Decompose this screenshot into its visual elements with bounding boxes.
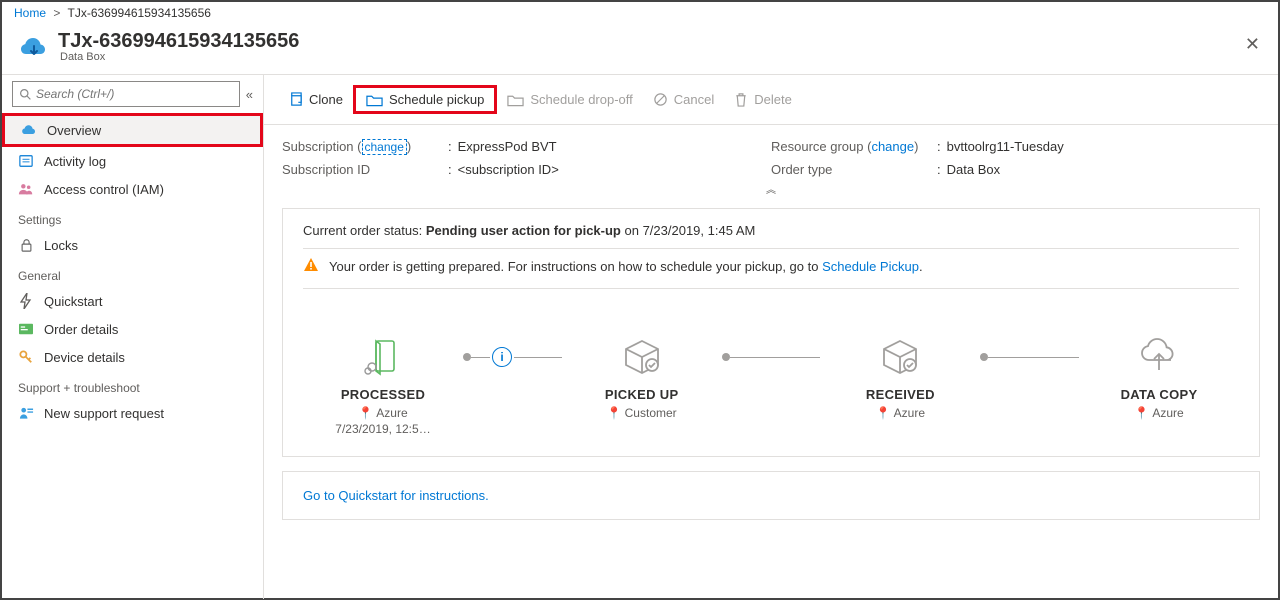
cloud-icon — [21, 122, 37, 138]
schedule-pickup-button[interactable]: Schedule pickup — [353, 85, 497, 114]
collapse-sidebar-icon[interactable]: « — [246, 87, 253, 102]
pin-icon: 📍 — [358, 406, 373, 420]
button-label: Delete — [754, 92, 792, 107]
search-input[interactable] — [12, 81, 240, 107]
sidebar-item-overview[interactable]: Overview — [2, 113, 263, 147]
clone-icon — [288, 92, 303, 107]
sidebar-item-label: Access control (IAM) — [44, 182, 164, 197]
close-icon[interactable]: ✕ — [1241, 30, 1264, 59]
sidebar-item-label: Quickstart — [44, 294, 103, 309]
sidebar-item-label: New support request — [44, 406, 164, 421]
info-icon[interactable]: i — [492, 347, 512, 367]
step-label-processed: PROCESSED 📍Azure 7/23/2019, 12:5… — [303, 387, 463, 436]
activity-log-icon — [18, 153, 34, 169]
breadcrumb-home[interactable]: Home — [14, 6, 46, 20]
command-bar: Clone Schedule pickup Schedule drop-off … — [264, 75, 1278, 125]
alert-text: Your order is getting prepared. For inst… — [329, 259, 822, 274]
resource-group-value[interactable]: bvttoolrg11-Tuesday — [947, 139, 1064, 154]
databox-cloud-icon — [16, 30, 52, 66]
schedule-dropoff-button[interactable]: Schedule drop-off — [497, 88, 642, 111]
sidebar-item-label: Device details — [44, 350, 125, 365]
sidebar-item-label: Overview — [47, 123, 101, 138]
button-label: Schedule drop-off — [530, 92, 632, 107]
clone-button[interactable]: Clone — [278, 88, 353, 111]
sidebar-item-quickstart[interactable]: Quickstart — [2, 287, 263, 315]
cancel-button[interactable]: Cancel — [643, 88, 724, 111]
sidebar-item-device-details[interactable]: Device details — [2, 343, 263, 371]
sidebar-item-label: Activity log — [44, 154, 106, 169]
sidebar-item-locks[interactable]: Locks — [2, 231, 263, 259]
pin-icon: 📍 — [876, 406, 891, 420]
sidebar-item-activity-log[interactable]: Activity log — [2, 147, 263, 175]
subscription-id-label: Subscription ID — [282, 162, 442, 177]
pickedup-icon — [620, 335, 664, 379]
subscription-change-link[interactable]: change — [362, 139, 407, 155]
quickstart-card: Go to Quickstart for instructions. — [282, 471, 1260, 520]
step-connector-1: i — [463, 356, 562, 358]
step-label-received: RECEIVED 📍Azure — [820, 387, 980, 436]
resource-group-change-link[interactable]: change — [871, 139, 914, 154]
order-status-text: Current order status: Pending user actio… — [303, 223, 1239, 249]
button-label: Cancel — [674, 92, 714, 107]
sidebar-section-general: General — [2, 259, 263, 287]
pin-icon: 📍 — [1134, 406, 1149, 420]
sidebar-item-access-control[interactable]: Access control (IAM) — [2, 175, 263, 203]
breadcrumb-current: TJx-636994615934135656 — [68, 6, 211, 20]
order-progress-tracker: i — [303, 325, 1239, 387]
search-field[interactable] — [32, 87, 233, 101]
step-label-datacopy: DATA COPY 📍Azure — [1079, 387, 1239, 436]
order-details-icon — [18, 321, 34, 337]
folder-icon — [366, 93, 383, 107]
step-connector-3 — [980, 356, 1079, 358]
people-icon — [18, 181, 34, 197]
key-icon — [18, 349, 34, 365]
sidebar-section-settings: Settings — [2, 203, 263, 231]
chevron-right-icon: > — [53, 6, 60, 20]
sidebar-item-order-details[interactable]: Order details — [2, 315, 263, 343]
folder-disabled-icon — [507, 93, 524, 107]
breadcrumb: Home > TJx-636994615934135656 — [2, 2, 1278, 24]
warning-icon — [303, 257, 319, 276]
lightning-icon — [18, 293, 34, 309]
schedule-pickup-link[interactable]: Schedule Pickup — [822, 259, 919, 274]
datacopy-icon — [1137, 335, 1181, 379]
step-label-pickedup: PICKED UP 📍Customer — [562, 387, 722, 436]
alert-banner: Your order is getting prepared. For inst… — [303, 257, 1239, 289]
sidebar-section-support: Support + troubleshoot — [2, 371, 263, 399]
lock-icon — [18, 237, 34, 253]
sidebar-item-label: Order details — [44, 322, 118, 337]
received-icon — [878, 335, 922, 379]
processed-icon — [364, 335, 402, 379]
subscription-id-value: <subscription ID> — [458, 162, 559, 177]
main-content: Clone Schedule pickup Schedule drop-off … — [264, 75, 1278, 599]
page-title: TJx-636994615934135656 — [58, 30, 299, 53]
order-type-label: Order type — [771, 162, 931, 177]
delete-icon — [734, 92, 748, 107]
button-label: Clone — [309, 92, 343, 107]
sidebar-item-new-support[interactable]: New support request — [2, 399, 263, 427]
collapse-essentials-icon[interactable]: ︽ — [282, 181, 1260, 198]
pin-icon: 📍 — [607, 406, 622, 420]
subscription-label: Subscription (change) — [282, 139, 442, 154]
essentials-panel: Subscription (change) : ExpressPod BVT R… — [264, 125, 1278, 202]
sidebar: « Overview Activity log Access control (… — [2, 75, 264, 599]
resource-group-label: Resource group (change) — [771, 139, 931, 154]
order-type-value: Data Box — [947, 162, 1000, 177]
sidebar-item-label: Locks — [44, 238, 78, 253]
step-connector-2 — [722, 356, 821, 358]
order-status-card: Current order status: Pending user actio… — [282, 208, 1260, 457]
support-icon — [18, 405, 34, 421]
subscription-value[interactable]: ExpressPod BVT — [458, 139, 557, 154]
quickstart-link[interactable]: Go to Quickstart for instructions. — [303, 488, 489, 503]
button-label: Schedule pickup — [389, 92, 484, 107]
resource-header: TJx-636994615934135656 Data Box ✕ — [2, 24, 1278, 75]
cancel-icon — [653, 92, 668, 107]
delete-button[interactable]: Delete — [724, 88, 802, 111]
